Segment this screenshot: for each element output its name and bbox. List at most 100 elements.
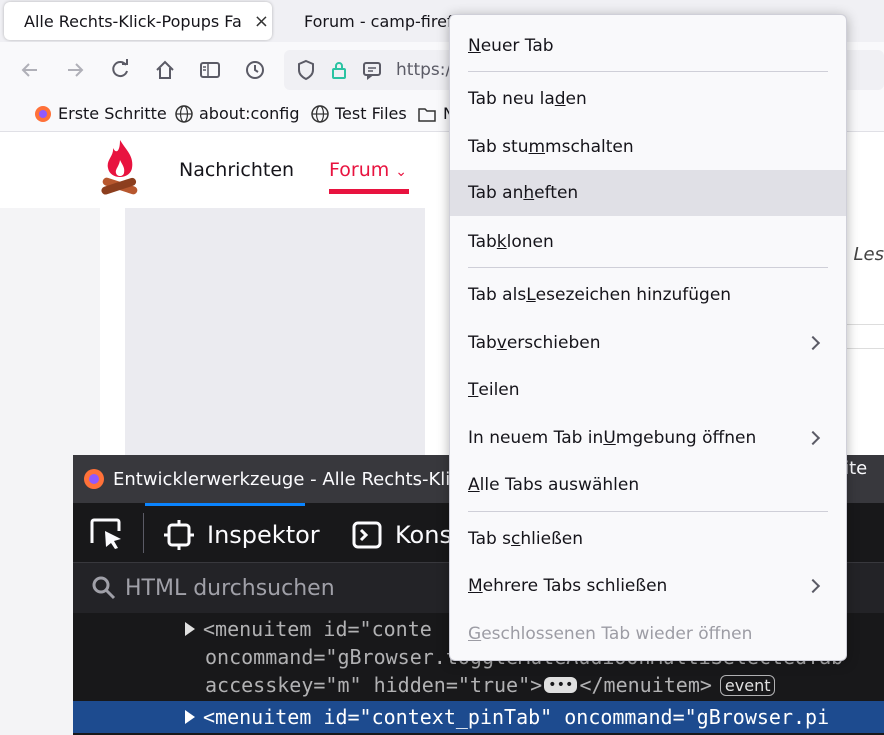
markup-text: <menuitem id="conte xyxy=(203,617,432,641)
menu-label: Tab als xyxy=(468,285,527,305)
menu-label: lle Tabs auswählen xyxy=(479,475,640,495)
menu-accesskey: U xyxy=(603,428,616,448)
menu-item-move-tab[interactable]: Tab v erschieben xyxy=(450,322,846,364)
lock-icon[interactable] xyxy=(330,59,348,81)
tab-active[interactable]: Alle Rechts-Klick-Popups Fa × xyxy=(4,2,272,40)
more-icon[interactable]: ••• xyxy=(544,677,578,693)
markup-text: <menuitem id="context_pinTab" oncommand=… xyxy=(203,705,830,729)
history-button[interactable] xyxy=(241,56,269,84)
bookmark-label: Test Files xyxy=(335,104,407,123)
menu-label: Tab xyxy=(468,232,497,252)
chevron-right-icon xyxy=(805,578,821,594)
campfire-logo[interactable] xyxy=(98,138,142,202)
globe-icon xyxy=(311,104,329,123)
permissions-icon[interactable] xyxy=(362,60,382,80)
clock-icon xyxy=(246,61,264,79)
bookmark-erste-schritte[interactable]: Erste Schritte xyxy=(34,104,167,123)
menu-separator xyxy=(468,267,828,268)
nav-nachrichten[interactable]: Nachrichten xyxy=(179,159,294,181)
menu-item-bookmark-tab[interactable]: Tab als Lesezeichen hinzufügen xyxy=(450,274,846,316)
bookmark-label: Erste Schritte xyxy=(58,104,167,123)
tab-title: Forum - camp-firefox.de - Your Mo xyxy=(304,11,454,31)
firefox-icon xyxy=(35,105,51,122)
chevron-down-icon: ⌄ xyxy=(395,164,408,180)
menu-separator xyxy=(468,71,828,72)
menu-label: eilen xyxy=(478,380,520,400)
chevron-right-icon xyxy=(805,335,821,351)
nav-forum-label: Forum xyxy=(329,159,390,181)
active-tab-indicator xyxy=(145,503,305,506)
menu-label: erschieben xyxy=(506,333,601,353)
menu-label: esezeichen hinzufügen xyxy=(535,285,732,305)
menu-item-undo-close-tab[interactable]: Geschlossenen Tab wieder öffnen xyxy=(450,613,846,655)
active-nav-underline xyxy=(329,189,409,194)
menu-item-pin-tab[interactable]: Tab an h eften xyxy=(450,170,846,216)
menu-accesskey: d xyxy=(554,89,566,109)
tab-title: Alle Rechts-Klick-Popups Fa xyxy=(24,11,242,31)
menu-item-duplicate-tab[interactable]: Tab k lonen xyxy=(450,221,846,263)
home-icon xyxy=(156,60,174,79)
menu-label: eften xyxy=(534,183,579,203)
menu-label: eschlossenen Tab wieder öffnen xyxy=(481,624,753,644)
menu-label: Tab stu xyxy=(468,137,529,157)
menu-accesskey: N xyxy=(468,36,481,56)
menu-label: Tab xyxy=(468,333,497,353)
search-placeholder: HTML durchsuchen xyxy=(125,575,335,601)
menu-accesskey: G xyxy=(468,624,482,644)
tab-inspektor[interactable]: Inspektor xyxy=(163,519,320,551)
menu-label: ehrere Tabs schließen xyxy=(482,576,668,596)
arrow-left-icon xyxy=(21,63,37,77)
arrow-right-icon xyxy=(68,63,84,77)
bookmark-test-files[interactable]: Test Files xyxy=(311,104,407,123)
menu-label: en xyxy=(565,89,587,109)
menu-label: Tab an xyxy=(468,183,524,203)
menu-label: In neuem Tab in xyxy=(468,428,604,448)
tab-label: Inspektor xyxy=(207,521,320,549)
menu-accesskey: L xyxy=(526,285,536,305)
menu-accesskey: k xyxy=(496,232,507,252)
forward-button[interactable] xyxy=(61,56,89,84)
menu-label: Tab s xyxy=(468,529,512,549)
tab-forum[interactable]: Forum - camp-firefox.de - Your Mo xyxy=(284,2,454,40)
url-text[interactable]: https:// xyxy=(396,60,457,80)
event-badge[interactable]: event xyxy=(719,674,776,696)
tab-label: Kons xyxy=(395,521,452,549)
bookmark-about-config[interactable]: about:config xyxy=(175,104,300,123)
search-icon xyxy=(92,576,116,600)
tab-context-menu: Neuer Tab Tab neu la d en Tab stu m mschalte… xyxy=(449,14,847,661)
back-button[interactable] xyxy=(16,56,44,84)
folder-icon xyxy=(418,107,436,122)
menu-accesskey: A xyxy=(468,475,480,495)
home-button[interactable] xyxy=(151,56,179,84)
menu-label: mgebung öffnen xyxy=(615,428,757,448)
menu-label: lonen xyxy=(506,232,554,252)
nav-forum[interactable]: Forum ⌄ xyxy=(329,159,407,181)
menu-accesskey: h xyxy=(523,183,535,203)
expand-triangle-icon[interactable] xyxy=(185,710,195,724)
close-icon[interactable]: × xyxy=(254,11,269,32)
toolbar-divider xyxy=(143,513,144,553)
globe-icon xyxy=(175,104,193,123)
menu-item-new-tab[interactable]: Neuer Tab xyxy=(450,25,846,67)
markup-node-selected[interactable]: <menuitem id="context_pinTab" oncommand=… xyxy=(73,701,884,733)
menu-item-close-tab[interactable]: Tab s c hließen xyxy=(450,518,846,560)
markup-text: </menuitem> xyxy=(579,673,712,697)
menu-item-reload-tab[interactable]: Tab neu la d en xyxy=(450,78,846,120)
menu-item-share[interactable]: Teilen xyxy=(450,369,846,411)
menu-item-close-multiple-tabs[interactable]: Mehrere Tabs schließen xyxy=(450,565,846,607)
firefox-icon xyxy=(84,469,104,489)
reload-button[interactable] xyxy=(106,56,134,84)
menu-item-open-in-container[interactable]: In neuem Tab in Umgebung öffnen xyxy=(450,417,846,459)
menu-label: Tab neu la xyxy=(468,89,555,109)
menu-item-select-all-tabs[interactable]: Alle Tabs auswählen xyxy=(450,464,846,506)
reader-view-button[interactable] xyxy=(196,56,224,84)
tab-konsole[interactable]: Kons xyxy=(351,519,452,551)
expand-triangle-icon[interactable] xyxy=(185,622,195,636)
element-picker-icon[interactable] xyxy=(89,517,125,551)
reload-icon xyxy=(112,59,128,78)
shield-icon[interactable] xyxy=(296,59,316,81)
markup-text: accesskey="m" hidden="true"> xyxy=(205,673,543,697)
menu-label: mschalten xyxy=(545,137,634,157)
menu-item-mute-tab[interactable]: Tab stu m mschalten xyxy=(450,126,846,168)
menu-label: hließen xyxy=(520,529,584,549)
